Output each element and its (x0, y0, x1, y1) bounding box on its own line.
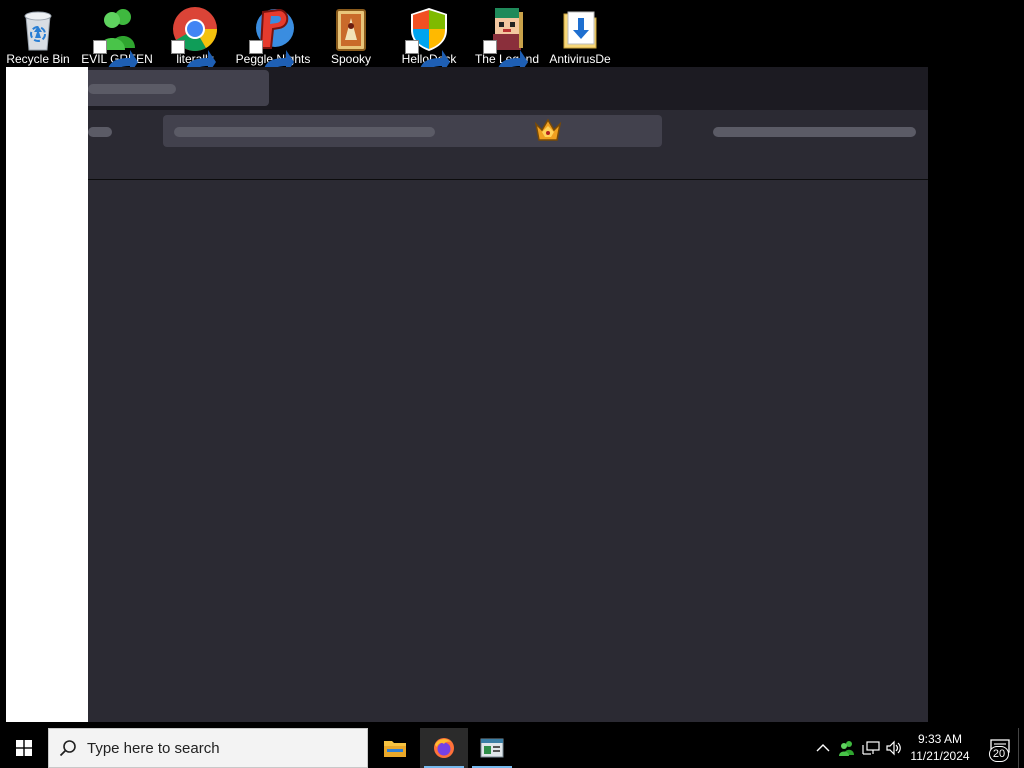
browser-window[interactable] (88, 67, 928, 722)
taskbar-search-box[interactable]: Type here to search (48, 728, 368, 768)
people-tray-icon[interactable] (837, 738, 857, 758)
desktop-icon-spooky[interactable]: Spooky (313, 4, 389, 70)
desktop-icon-label: Spooky (330, 52, 372, 66)
taskbar-console-window[interactable] (468, 728, 516, 768)
taskbar-firefox[interactable] (420, 728, 468, 768)
clock-date: 11/21/2024 (910, 749, 970, 763)
start-button[interactable] (0, 728, 48, 768)
shortcut-arrow-icon (483, 40, 528, 82)
desktop-icon-label: AntivirusDe (549, 52, 611, 66)
peggle-icon (249, 4, 297, 82)
desktop-icon-evil-green[interactable]: EVIL GREEN (79, 4, 155, 82)
search-icon (49, 739, 87, 757)
nav-button-placeholder[interactable] (88, 127, 112, 137)
toolbar-placeholder (713, 127, 916, 137)
pixel-character-icon (483, 4, 531, 82)
shortcut-arrow-icon (171, 40, 216, 82)
desktop-icon-hellodock[interactable]: HelloDock (391, 4, 467, 82)
volume-icon[interactable] (884, 738, 904, 758)
chevron-up-icon[interactable] (813, 738, 833, 758)
desktop-icon-label: Recycle Bin (6, 52, 70, 66)
notification-count-badge: 20 (989, 746, 1009, 762)
search-placeholder: Type here to search (87, 739, 220, 757)
shortcut-arrow-icon (249, 40, 294, 82)
tab-title-placeholder (88, 84, 176, 94)
address-bar[interactable] (163, 115, 662, 147)
messenger-people-icon (93, 4, 141, 82)
desktop-icon-antivirusde[interactable]: AntivirusDe (542, 4, 618, 70)
network-icon[interactable] (861, 738, 881, 758)
url-placeholder (174, 127, 435, 137)
taskbar-file-explorer[interactable] (371, 728, 419, 768)
shortcut-arrow-icon (405, 40, 450, 82)
tab-active[interactable] (88, 70, 269, 106)
system-clock[interactable]: 9:33 AM 11/21/2024 (904, 731, 976, 765)
desktop-icon-peggle-nights[interactable]: Peggle Nights (235, 4, 311, 82)
crown-extension-icon[interactable] (533, 115, 563, 145)
desktop-icon-recycle-bin[interactable]: Recycle Bin (0, 4, 76, 70)
page-content[interactable] (88, 180, 928, 722)
desktop-icon-the-legend[interactable]: The Legend (469, 4, 545, 82)
console-window-icon (480, 738, 504, 758)
windows-shield-icon (405, 4, 453, 82)
tab-strip (88, 67, 928, 110)
desktop: Recycle Bin EVIL GREEN literally Peggle … (0, 0, 1024, 728)
navigation-toolbar (88, 110, 928, 180)
show-desktop-button[interactable] (1018, 728, 1024, 768)
firefox-icon (434, 738, 454, 758)
folder-icon (384, 741, 406, 757)
download-file-icon (556, 4, 604, 54)
taskbar: Type here to search 9:33 AM 11/21/2024 (0, 728, 1024, 768)
desktop-icon-literally[interactable]: literally (157, 4, 233, 82)
chrome-icon (171, 4, 219, 82)
windows-logo-icon (16, 740, 32, 756)
game-card-icon (327, 4, 375, 54)
shortcut-arrow-icon (93, 40, 138, 82)
clock-time: 9:33 AM (917, 732, 963, 746)
recycle-bin-icon (14, 4, 62, 54)
blank-window[interactable] (6, 67, 88, 722)
